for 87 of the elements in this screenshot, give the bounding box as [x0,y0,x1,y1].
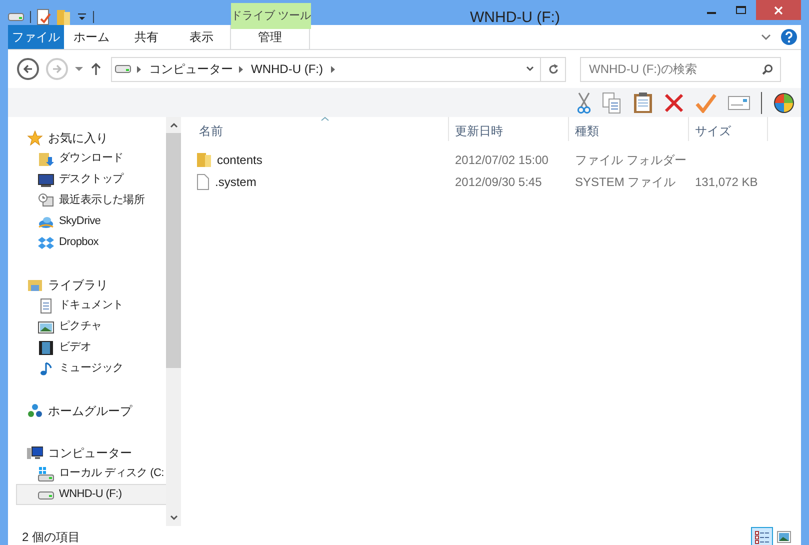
drive-icon [115,64,131,74]
modified-date: 2012/07/02 15:00 [454,152,550,169]
monitor-icon [38,172,54,188]
file-name: contents [217,152,262,169]
chevron-right-icon[interactable] [239,66,243,72]
nav-item[interactable]: ビデオ [16,337,168,358]
nav-item[interactable]: ダウンロード [16,148,168,169]
clipboard-icon[interactable] [633,92,653,114]
chevron-right-icon[interactable] [330,66,335,72]
nav-group-item[interactable]: ホームグループ [27,400,158,421]
window-title: WNHD-U (F:) [469,8,561,28]
view-button[interactable] [751,526,773,545]
nav-item[interactable]: デスクトップ [16,169,168,190]
checkmark-icon[interactable] [695,92,717,112]
item-count: 2 個の項目 [22,529,80,545]
column-header[interactable]: サイズ [689,117,768,141]
file-name: .system [215,174,256,191]
search-icon [762,64,773,74]
chevron-down-icon[interactable] [170,515,178,521]
drive-icon [8,12,24,22]
folder-icon [197,152,211,168]
ribbon-tab[interactable]: 共有 [119,25,174,49]
image-icon [38,318,54,334]
modified-date: 2012/09/30 5:45 [454,174,543,191]
details-view-icon [755,530,769,544]
nav-group-item[interactable]: お気に入り [27,127,158,148]
multicolor-shield-icon[interactable] [773,92,795,114]
nav-item[interactable]: WNHD-U (F:) [16,484,168,505]
chevron-down-icon[interactable] [761,33,771,41]
up-arrow-icon[interactable] [91,63,101,75]
ribbon-tab[interactable]: 管理 [230,25,310,49]
system-drive-icon [38,466,54,482]
document-icon [38,298,54,314]
column-header[interactable]: 更新日時 [449,117,569,141]
nav-item[interactable]: ドキュメント [16,295,168,316]
properties-icon[interactable] [37,9,51,25]
nav-group-item[interactable]: ライブラリ [27,274,158,295]
close-button[interactable] [756,0,801,20]
help-icon[interactable] [781,29,797,45]
back-button[interactable] [17,58,39,80]
nav-item[interactable]: 最近表示した場所 [16,190,168,211]
dropdown-icon[interactable] [77,12,87,22]
clock-computer-icon [38,192,54,208]
nav-item[interactable]: ピクチャ [16,316,168,337]
address-bar[interactable]: コンピューター WNHD-U (F:) [111,56,541,82]
nav-item[interactable]: SkyDrive [16,211,168,232]
close-icon [774,6,783,14]
ribbon-tab[interactable]: ホーム [64,25,119,49]
film-icon [38,340,54,356]
nav-item[interactable]: ローカル ディスク (C: [16,463,168,484]
computer-icon [27,444,43,460]
chevron-down-icon[interactable] [526,66,534,72]
homegroup-icon [27,402,43,418]
box-icon [38,234,54,250]
nav-item[interactable]: ミュージック [16,358,168,379]
delete-cross-icon[interactable] [664,92,684,112]
refresh-icon [548,64,558,74]
scissors-icon[interactable] [577,92,591,114]
copy-icon[interactable] [602,92,622,114]
dropdown-icon[interactable] [75,66,83,72]
file-row[interactable]: .system 2012/09/30 5:45 SYSTEM ファイル 131,072 KB [193,171,801,193]
music-note-icon [38,360,54,376]
chevron-up-icon[interactable] [170,122,178,128]
nav-group-item[interactable]: コンピューター [27,442,158,463]
chevron-right-icon[interactable] [137,66,141,72]
back-arrow-icon [23,64,33,74]
star-icon [27,130,43,146]
file-type: SYSTEM ファイル [574,174,677,191]
file-type: ファイル フォルダー [574,152,688,169]
column-header[interactable]: 種類 [569,117,689,141]
file-row[interactable]: contents 2012/07/02 15:00 ファイル フォルダー [193,149,801,171]
card-icon[interactable] [728,94,750,110]
file-size: 131,072 KB [694,174,759,191]
breadcrumb[interactable]: コンピューター [149,60,233,78]
download-folder-icon [38,150,54,166]
sort-ascending-icon [320,117,328,121]
forward-arrow-icon [52,64,62,74]
ribbon-tab[interactable]: 表示 [174,25,229,49]
ribbon-tab[interactable]: ファイル [8,25,64,49]
contextual-tab-header: ドライブ ツール [231,3,311,29]
breadcrumb[interactable]: WNHD-U (F:) [251,60,323,78]
column-header[interactable]: 名前 [193,117,449,141]
file-icon [197,174,209,190]
search-field[interactable]: WNHD-U (F:)の検索 [580,56,781,82]
scrollbar[interactable] [166,117,181,526]
refresh-button[interactable] [541,56,566,82]
nav-item[interactable]: Dropbox [16,232,168,253]
